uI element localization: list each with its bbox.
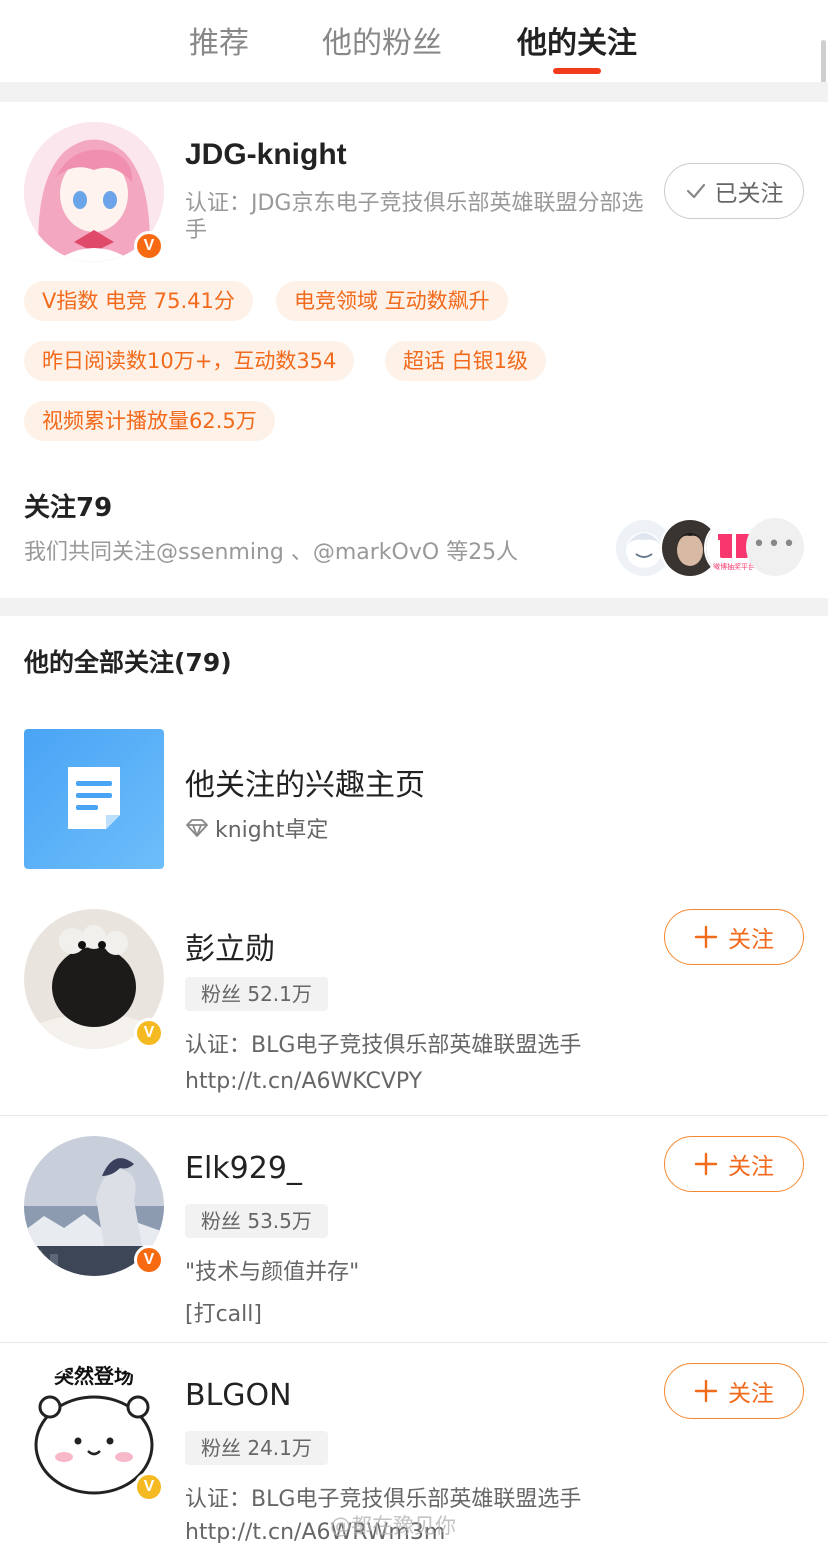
- verified-badge-icon: V: [134, 1245, 164, 1275]
- interest-page-subtitle-text: knight卓定: [215, 818, 329, 843]
- interest-page-title[interactable]: 他关注的兴趣主页: [185, 760, 425, 804]
- tab-his-following[interactable]: 他的关注: [517, 18, 637, 62]
- user-certification: 认证：BLG电子竞技俱乐部英雄联盟选手: [185, 1487, 582, 1512]
- profile-certification: 认证：JDG京东电子竞技俱乐部英雄联盟分部选手: [185, 191, 644, 243]
- mutual-follows[interactable]: 我们共同关注@ssenming 、@markOvO 等25人: [24, 534, 518, 566]
- all-following-title: 他的全部关注(79): [24, 648, 232, 677]
- fans-count: 粉丝 53.5万: [185, 1204, 328, 1238]
- interest-page-icon[interactable]: [24, 729, 164, 869]
- check-icon: [686, 183, 705, 199]
- interest-page-subtitle: knight卓定: [185, 812, 328, 844]
- tag-video-plays[interactable]: 视频累计播放量62.5万: [24, 401, 275, 441]
- follow-label: 关注: [728, 1154, 774, 1180]
- followed-button[interactable]: 已关注: [664, 163, 804, 219]
- section-divider: [0, 598, 828, 616]
- follow-label: 关注: [728, 927, 774, 953]
- tag-super-topic[interactable]: 超话 白银1级: [385, 341, 547, 381]
- plus-icon: [694, 925, 718, 949]
- row-divider: [0, 1342, 828, 1343]
- avatar-caption: 突然登场: [54, 1364, 134, 1388]
- section-divider: [0, 82, 828, 102]
- user-bio-emoji: [打call]: [185, 1302, 262, 1327]
- tag-v-index[interactable]: V指数 电竞 75.41分: [24, 281, 253, 321]
- fans-count: 粉丝 24.1万: [185, 1431, 328, 1465]
- follow-count[interactable]: 关注79: [24, 487, 112, 524]
- user-certification: 认证：BLG电子竞技俱乐部英雄联盟选手: [185, 1033, 582, 1058]
- user-name[interactable]: Elk929_: [185, 1151, 302, 1186]
- user-bio: "技术与颜值并存": [185, 1260, 360, 1285]
- tag-reads[interactable]: 昨日阅读数10万+，互动数354: [24, 341, 355, 381]
- tab-his-fans[interactable]: 他的粉丝: [322, 18, 442, 62]
- follow-button[interactable]: 关注: [664, 909, 804, 965]
- diamond-icon: [186, 819, 208, 837]
- watermark: @都在豫见你: [330, 1514, 456, 1538]
- follow-button[interactable]: 关注: [664, 1363, 804, 1419]
- verified-badge-icon: V: [134, 1472, 164, 1502]
- row-divider: [0, 1115, 828, 1116]
- follow-label: 关注: [728, 1381, 774, 1407]
- user-name[interactable]: BLGON: [185, 1378, 292, 1413]
- verified-badge-icon: V: [134, 1018, 164, 1048]
- fans-count: 粉丝 52.1万: [185, 977, 328, 1011]
- plus-icon: [694, 1152, 718, 1176]
- more-icon[interactable]: •••: [746, 518, 804, 576]
- user-link[interactable]: http://t.cn/A6WKCVPY: [185, 1069, 422, 1094]
- followed-label: 已关注: [714, 181, 784, 207]
- tab-bar: 推荐 他的粉丝 他的关注: [0, 0, 828, 82]
- tab-recommend[interactable]: 推荐: [189, 18, 249, 62]
- plus-icon: [694, 1379, 718, 1403]
- active-tab-indicator: [553, 68, 601, 74]
- follow-button[interactable]: 关注: [664, 1136, 804, 1192]
- user-name[interactable]: 彭立勋: [185, 924, 275, 968]
- tag-esports-field[interactable]: 电竞领域 互动数飙升: [276, 281, 508, 321]
- mutual-avatar-3-label: 微博抽奖平台: [713, 562, 755, 571]
- profile-name: JDG-knight: [185, 138, 347, 171]
- verified-badge-icon: V: [134, 231, 164, 261]
